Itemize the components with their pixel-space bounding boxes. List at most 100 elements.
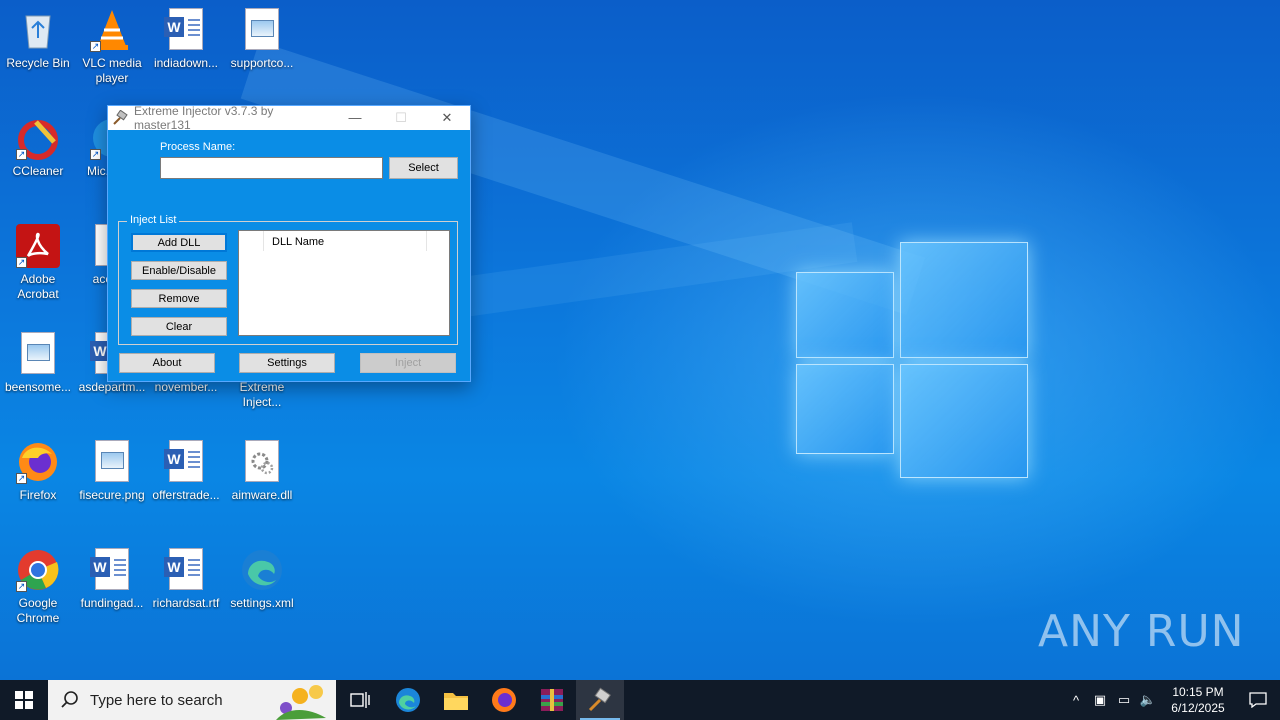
network-icon[interactable]: ▭ bbox=[1112, 680, 1136, 720]
desktop-icon-label: aimware.dll bbox=[231, 488, 293, 502]
vlc-cone-icon: ↗ bbox=[90, 8, 134, 52]
word-document-icon: W bbox=[90, 548, 134, 592]
desktop-icon-label: asdepartm... bbox=[78, 380, 146, 394]
desktop-icon-label: supportco... bbox=[230, 56, 294, 70]
process-name-label: Process Name: bbox=[160, 141, 236, 153]
taskbar-winrar-button[interactable] bbox=[528, 680, 576, 720]
taskbar: Type here to search ^ ▣ ▭ 🔈 10:15 PM 6/1… bbox=[0, 680, 1280, 720]
dll-list-view[interactable]: DLL Name bbox=[238, 230, 450, 336]
search-icon bbox=[61, 691, 78, 708]
windows-logo-wallpaper bbox=[796, 242, 1028, 478]
minimize-button[interactable]: — bbox=[332, 106, 378, 130]
word-document-icon: W bbox=[164, 440, 208, 484]
taskbar-firefox-button[interactable] bbox=[480, 680, 528, 720]
notifications-button[interactable] bbox=[1236, 680, 1280, 720]
desktop-icon-label: november... bbox=[154, 380, 218, 394]
dll-gear-file-icon bbox=[240, 440, 284, 484]
taskbar-extreme-injector-button[interactable] bbox=[576, 680, 624, 720]
desktop-icon-richardsat[interactable]: W richardsat.rtf bbox=[148, 548, 224, 611]
adobe-acrobat-icon: ↗ bbox=[16, 224, 60, 268]
shortcut-arrow-icon: ↗ bbox=[16, 257, 27, 268]
shortcut-arrow-icon: ↗ bbox=[16, 581, 27, 592]
tray-meet-now-icon[interactable]: ▣ bbox=[1088, 680, 1112, 720]
clock-time: 10:15 PM bbox=[1172, 685, 1224, 699]
desktop-icon-aimware-dll[interactable]: aimware.dll bbox=[224, 440, 300, 503]
clock[interactable]: 10:15 PM 6/12/2025 bbox=[1160, 684, 1236, 716]
word-document-icon: W bbox=[164, 8, 208, 52]
shortcut-arrow-icon: ↗ bbox=[16, 473, 27, 484]
search-placeholder: Type here to search bbox=[90, 691, 223, 709]
desktop-icon-label: CCleaner bbox=[12, 164, 64, 178]
remove-button[interactable]: Remove bbox=[131, 289, 227, 308]
desktop-icon-vlc[interactable]: ↗ VLC media player bbox=[74, 8, 150, 86]
edge-icon bbox=[396, 688, 420, 712]
taskbar-search-box[interactable]: Type here to search bbox=[48, 680, 336, 720]
edge-icon bbox=[240, 548, 284, 592]
desktop-icon-label: fundingad... bbox=[80, 596, 144, 610]
image-file-icon bbox=[240, 8, 284, 52]
task-view-button[interactable] bbox=[336, 680, 384, 720]
winrar-icon bbox=[541, 689, 563, 711]
desktop-icon-firefox[interactable]: ↗ Firefox bbox=[0, 440, 76, 503]
notification-icon bbox=[1249, 692, 1267, 708]
desktop-icon-supportco[interactable]: supportco... bbox=[224, 8, 300, 71]
desktop-icon-label: Adobe Acrobat bbox=[17, 272, 59, 301]
desktop-icon-label: richardsat.rtf bbox=[152, 596, 220, 610]
shortcut-arrow-icon: ↗ bbox=[90, 41, 101, 52]
desktop-icon-label: fisecure.png bbox=[79, 488, 145, 502]
desktop-icon-offerstrade[interactable]: W offerstrade... bbox=[148, 440, 224, 503]
desktop-icon-label: Firefox bbox=[19, 488, 57, 502]
settings-button[interactable]: Settings bbox=[239, 353, 335, 373]
desktop-icon-label: indiadown... bbox=[153, 56, 219, 70]
image-file-icon bbox=[90, 440, 134, 484]
volume-icon[interactable]: 🔈 bbox=[1136, 680, 1160, 720]
start-button[interactable] bbox=[0, 680, 48, 720]
firefox-icon: ↗ bbox=[16, 440, 60, 484]
desktop-icon-settings-xml[interactable]: settings.xml bbox=[224, 548, 300, 611]
taskbar-edge-button[interactable] bbox=[384, 680, 432, 720]
desktop-icon-recycle-bin[interactable]: Recycle Bin bbox=[0, 8, 76, 71]
desktop-icon-label: offerstrade... bbox=[152, 488, 220, 502]
desktop-icon-label: Recycle Bin bbox=[6, 56, 70, 70]
firefox-icon bbox=[492, 688, 516, 712]
desktop-icon-label: Extreme Inject... bbox=[239, 380, 285, 409]
process-name-input[interactable] bbox=[160, 157, 383, 179]
injector-app-icon bbox=[588, 687, 611, 712]
flowers-search-highlight-icon bbox=[276, 685, 326, 720]
ccleaner-icon: ↗ bbox=[16, 116, 60, 160]
desktop-icon-beensome[interactable]: beensome... bbox=[0, 332, 76, 395]
desktop-icon-ccleaner[interactable]: ↗ CCleaner bbox=[0, 116, 76, 179]
chevron-up-icon: ^ bbox=[1072, 692, 1080, 708]
desktop-icon-label: Google Chrome bbox=[16, 596, 60, 625]
image-file-icon bbox=[16, 332, 60, 376]
desktop-icon-google-chrome[interactable]: ↗ Google Chrome bbox=[0, 548, 76, 626]
recycle-bin-icon bbox=[16, 8, 60, 52]
select-button[interactable]: Select bbox=[389, 157, 458, 179]
taskbar-file-explorer-button[interactable] bbox=[432, 680, 480, 720]
folder-icon bbox=[444, 693, 468, 710]
window-titlebar[interactable]: Extreme Injector v3.7.3 by master131 — ☐… bbox=[108, 104, 470, 132]
dll-name-column-header[interactable]: DLL Name bbox=[263, 231, 427, 251]
desktop-icon-indiadown[interactable]: W indiadown... bbox=[148, 8, 224, 71]
task-view-icon bbox=[350, 692, 370, 708]
desktop-icon-label: beensome... bbox=[4, 380, 72, 394]
clear-button[interactable]: Clear bbox=[131, 317, 227, 336]
inject-list-label: Inject List bbox=[127, 214, 180, 226]
add-dll-button[interactable]: Add DLL bbox=[131, 233, 227, 252]
clock-date: 6/12/2025 bbox=[1171, 701, 1225, 715]
enable-disable-button[interactable]: Enable/Disable bbox=[131, 261, 227, 280]
desktop-icon-fundingad[interactable]: W fundingad... bbox=[74, 548, 150, 611]
desktop-icon-label: VLC media player bbox=[82, 56, 142, 85]
close-button[interactable]: ✕ bbox=[424, 106, 470, 130]
word-document-icon: W bbox=[164, 548, 208, 592]
anyrun-watermark: ANY RUN bbox=[1038, 606, 1245, 657]
desktop-icon-label: settings.xml bbox=[230, 596, 294, 610]
shortcut-arrow-icon: ↗ bbox=[90, 149, 101, 160]
desktop-icon-fisecure[interactable]: fisecure.png bbox=[74, 440, 150, 503]
injector-app-icon bbox=[112, 109, 128, 126]
about-button[interactable]: About bbox=[119, 353, 215, 373]
maximize-button: ☐ bbox=[395, 110, 407, 125]
chrome-icon: ↗ bbox=[16, 548, 60, 592]
show-hidden-icons-button[interactable]: ^ bbox=[1064, 680, 1088, 720]
desktop-icon-adobe-acrobat[interactable]: ↗ Adobe Acrobat bbox=[0, 224, 76, 302]
